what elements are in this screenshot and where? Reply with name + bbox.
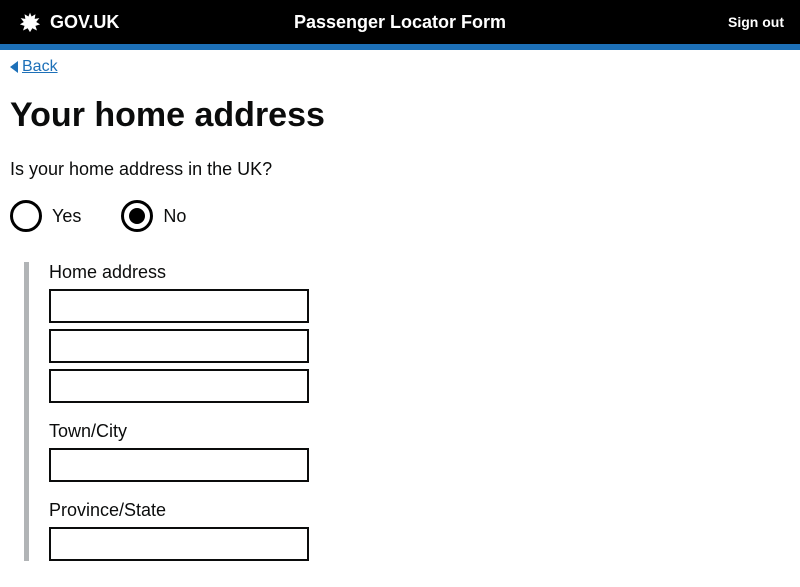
sign-out-link[interactable]: Sign out — [728, 14, 784, 30]
home-address-line1-input[interactable] — [49, 289, 309, 323]
govuk-logo[interactable]: GOV.UK — [16, 10, 119, 34]
radio-no[interactable]: No — [121, 200, 186, 232]
province-state-input[interactable] — [49, 527, 309, 561]
radio-selected-dot-icon — [129, 208, 145, 224]
conditional-fields: Home address Town/City Province/State — [24, 262, 790, 561]
radio-yes-label: Yes — [52, 206, 81, 227]
crown-icon — [16, 10, 44, 34]
town-city-label: Town/City — [49, 421, 790, 442]
radio-circle-icon — [121, 200, 153, 232]
home-address-line2-input[interactable] — [49, 329, 309, 363]
radio-yes[interactable]: Yes — [10, 200, 81, 232]
back-link[interactable]: Back — [10, 58, 58, 76]
back-label: Back — [22, 58, 58, 76]
home-address-label: Home address — [49, 262, 790, 283]
radio-circle-icon — [10, 200, 42, 232]
site-header: GOV.UK Passenger Locator Form Sign out — [0, 0, 800, 44]
site-name: GOV.UK — [50, 12, 119, 33]
caret-left-icon — [10, 61, 18, 73]
radio-group: Yes No — [10, 200, 790, 232]
home-address-line3-input[interactable] — [49, 369, 309, 403]
radio-no-label: No — [163, 206, 186, 227]
service-title: Passenger Locator Form — [294, 12, 506, 33]
page-title: Your home address — [10, 96, 790, 135]
town-city-input[interactable] — [49, 448, 309, 482]
question-label: Is your home address in the UK? — [10, 159, 790, 180]
province-state-label: Province/State — [49, 500, 790, 521]
main-content: Back Your home address Is your home addr… — [0, 50, 800, 587]
